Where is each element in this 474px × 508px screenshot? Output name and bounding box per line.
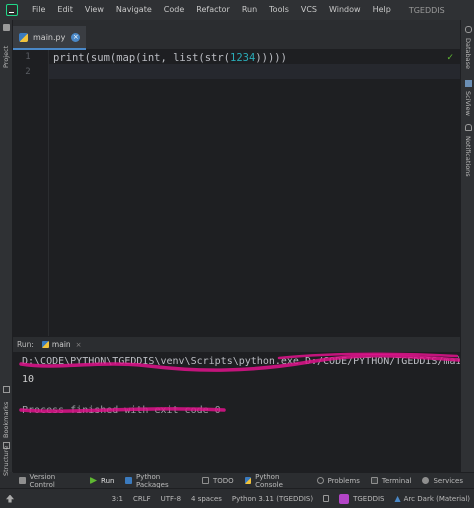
project-badge-icon xyxy=(339,493,350,504)
problems-tool-button[interactable]: Problems xyxy=(316,476,360,485)
tool-label: Python Packages xyxy=(135,472,169,489)
right-tool-strip: Database SciView Notifications xyxy=(460,20,474,472)
window-title: TGEDDIS xyxy=(408,5,445,15)
pink-scribble-annotation xyxy=(19,407,226,413)
folder-icon xyxy=(3,24,10,31)
tab-main-py[interactable]: main.py × xyxy=(13,26,87,50)
todo-tool-button[interactable]: TODO xyxy=(201,476,234,485)
checkmark-icon: ✓ xyxy=(446,53,454,63)
project-tool-button[interactable]: Project xyxy=(2,46,10,68)
code-text: print(sum(map(int, list(str( xyxy=(53,52,231,64)
problems-icon xyxy=(316,477,324,484)
code-text: ))))) xyxy=(255,52,287,64)
theme-label: Arc Dark (Material) xyxy=(403,494,470,503)
sciview-icon xyxy=(465,80,472,87)
run-tab-label: main xyxy=(51,340,71,349)
bookmarks-tool-button[interactable]: Bookmarks xyxy=(2,402,10,438)
python-packages-icon xyxy=(125,477,132,484)
bookmark-icon xyxy=(3,386,10,393)
python-file-icon xyxy=(41,341,49,348)
tool-label: Problems xyxy=(327,476,360,485)
menu-vcs[interactable]: VCS xyxy=(295,0,323,20)
terminal-icon xyxy=(370,477,378,484)
tool-label: Run xyxy=(101,476,115,485)
run-icon xyxy=(90,477,98,484)
code-editor[interactable]: 1 2 print(sum(map(int, list(str(1234))))… xyxy=(13,50,460,336)
todo-icon xyxy=(201,477,209,484)
tab-label: main.py xyxy=(33,32,66,42)
project-label: TGEDDIS xyxy=(353,494,385,503)
menu-bar: File Edit View Navigate Code Refactor Ru… xyxy=(0,0,474,20)
menu-navigate[interactable]: Navigate xyxy=(110,0,158,20)
pycharm-logo-icon xyxy=(6,4,18,16)
caret-position[interactable]: 3:1 xyxy=(112,495,123,503)
menu-run[interactable]: Run xyxy=(236,0,263,20)
theme-indicator[interactable]: ▲ Arc Dark (Material) xyxy=(395,494,470,503)
file-encoding[interactable]: UTF-8 xyxy=(161,495,181,503)
tool-label: Version Control xyxy=(29,472,56,489)
lock-icon[interactable] xyxy=(323,495,330,502)
menu-code[interactable]: Code xyxy=(158,0,190,20)
close-icon[interactable]: × xyxy=(71,32,81,42)
run-tool-button[interactable]: Run xyxy=(90,477,114,485)
terminal-tool-button[interactable]: Terminal xyxy=(370,476,412,485)
project-badge[interactable]: TGEDDIS xyxy=(339,493,385,504)
run-panel-header: Run: main × xyxy=(13,336,460,352)
theme-icon: ▲ xyxy=(394,494,401,503)
version-control-icon xyxy=(19,477,26,484)
run-console[interactable]: D:\CODE\PYTHON\TGEDDIS\venv\Scripts\pyth… xyxy=(13,352,460,472)
indent-setting[interactable]: 4 spaces xyxy=(191,495,222,503)
menu-view[interactable]: View xyxy=(79,0,110,20)
close-icon[interactable]: × xyxy=(76,341,82,349)
services-tool-button[interactable]: Services xyxy=(422,477,463,485)
line-separator[interactable]: CRLF xyxy=(133,495,151,503)
python-file-icon xyxy=(19,32,28,42)
line-number: 1 xyxy=(25,52,31,62)
run-panel-title: Run: xyxy=(17,340,34,349)
pink-scribble-annotation xyxy=(19,352,460,372)
database-tool-button[interactable]: Database xyxy=(464,38,472,69)
version-control-tool-button[interactable]: Version Control xyxy=(19,473,79,489)
tool-label: TODO xyxy=(212,476,234,485)
tool-window-bar: Version Control Run Python Packages TODO… xyxy=(13,472,474,489)
left-tool-strip: Project Bookmarks Structure xyxy=(0,20,13,476)
services-icon xyxy=(422,477,430,484)
code-line-1[interactable]: print(sum(map(int, list(str(1234))))) xyxy=(53,52,287,64)
menu-file[interactable]: File xyxy=(26,0,51,20)
sciview-tool-button[interactable]: SciView xyxy=(464,91,472,116)
database-icon xyxy=(465,26,472,33)
python-console-tool-button[interactable]: Python Console xyxy=(244,472,306,489)
editor-tab-bar: main.py × xyxy=(13,20,460,50)
menu-window[interactable]: Window xyxy=(323,0,367,20)
code-number-literal: 1234 xyxy=(230,52,256,64)
tool-label: Services xyxy=(433,476,463,485)
notifications-tool-button[interactable]: Notifications xyxy=(464,136,472,177)
python-console-icon xyxy=(244,477,252,484)
status-bar: 3:1 CRLF UTF-8 4 spaces Python 3.11 (TGE… xyxy=(0,488,474,508)
structure-tool-button[interactable]: Structure xyxy=(2,446,10,476)
run-tab-main[interactable]: main × xyxy=(41,340,82,349)
line-number: 2 xyxy=(25,67,31,77)
event-indicator-icon[interactable] xyxy=(6,494,14,503)
console-output: 10 xyxy=(22,374,35,385)
python-packages-tool-button[interactable]: Python Packages xyxy=(125,473,191,489)
menu-edit[interactable]: Edit xyxy=(51,0,79,20)
current-line-highlight xyxy=(49,64,460,79)
menu-tools[interactable]: Tools xyxy=(263,0,295,20)
python-interpreter[interactable]: Python 3.11 (TGEDDIS) xyxy=(232,495,313,503)
menu-help[interactable]: Help xyxy=(367,0,397,20)
line-number-gutter: 1 2 xyxy=(13,50,49,336)
menu-refactor[interactable]: Refactor xyxy=(190,0,236,20)
tool-label: Python Console xyxy=(255,472,283,489)
tool-label: Terminal xyxy=(381,476,412,485)
bell-icon xyxy=(465,124,472,131)
